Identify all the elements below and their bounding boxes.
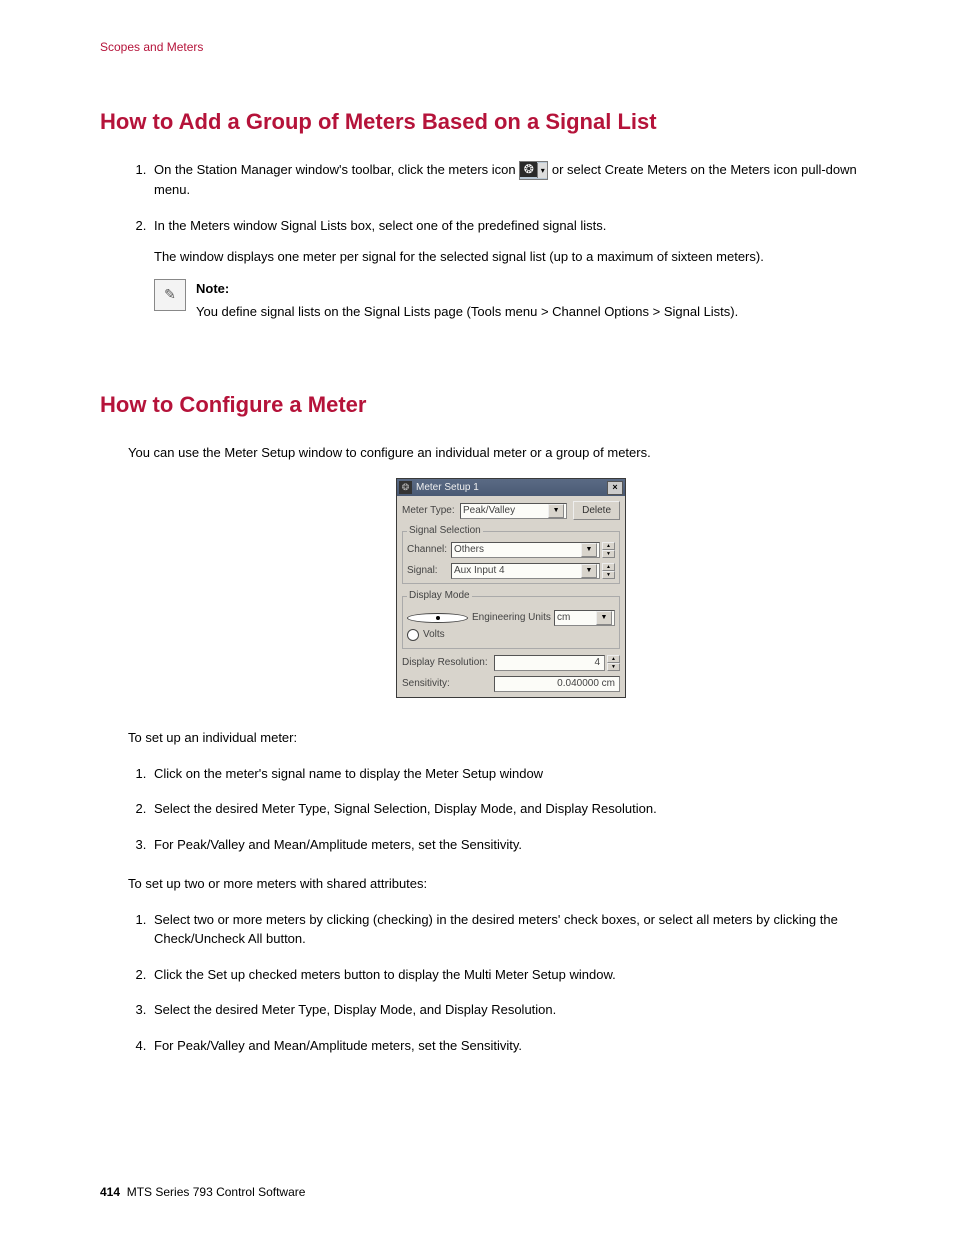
meter-setup-window: ❂ Meter Setup 1 × Meter Type: Peak/Valle… — [396, 478, 626, 698]
volts-label: Volts — [423, 629, 445, 641]
meter-type-label: Meter Type: — [402, 505, 460, 517]
chevron-down-icon[interactable]: ▼ — [581, 564, 597, 578]
signal-selection-legend: Signal Selection — [407, 525, 483, 537]
signal-value: Aux Input 4 — [454, 565, 505, 577]
close-icon[interactable]: × — [607, 481, 623, 495]
step-2-sub: The window displays one meter per signal… — [154, 247, 894, 267]
engineering-units-label: Engineering Units — [472, 612, 554, 624]
volts-radio[interactable] — [407, 629, 419, 641]
step-2: In the Meters window Signal Lists box, s… — [150, 216, 894, 322]
page-number: 414 — [100, 1185, 120, 1199]
display-resolution-spin[interactable]: ▲▼ — [607, 655, 620, 671]
channel-select[interactable]: Others ▼ — [451, 542, 600, 558]
multi-step-3: Select the desired Meter Type, Display M… — [150, 1000, 894, 1020]
display-resolution-label: Display Resolution: — [402, 657, 494, 669]
channel-spin[interactable]: ▲▼ — [602, 542, 615, 558]
note-block: ✎ Note: You define signal lists on the S… — [154, 279, 894, 322]
procedure-list-multi: Select two or more meters by clicking (c… — [128, 910, 894, 1056]
configure-intro: You can use the Meter Setup window to co… — [128, 443, 894, 463]
channel-value: Others — [454, 544, 484, 556]
meters-toolbar-icon: ❂▾ — [519, 161, 548, 180]
units-value: cm — [557, 612, 570, 624]
channel-label: Channel: — [407, 544, 451, 556]
chevron-down-icon[interactable]: ▼ — [596, 611, 612, 625]
step-1: On the Station Manager window's toolbar,… — [150, 160, 894, 200]
procedure-list-individual: Click on the meter's signal name to disp… — [128, 764, 894, 855]
dropdown-arrow-icon: ▾ — [537, 163, 547, 178]
note-label: Note: — [196, 279, 738, 299]
note-icon: ✎ — [154, 279, 186, 311]
signal-label: Signal: — [407, 565, 451, 577]
gear-icon: ❂ — [520, 162, 537, 177]
breadcrumb: Scopes and Meters — [100, 40, 894, 54]
units-select[interactable]: cm ▼ — [554, 610, 615, 626]
window-titlebar[interactable]: ❂ Meter Setup 1 × — [397, 479, 625, 496]
meter-type-select[interactable]: Peak/Valley ▼ — [460, 503, 567, 519]
individual-step-1: Click on the meter's signal name to disp… — [150, 764, 894, 784]
section-heading-add-group: How to Add a Group of Meters Based on a … — [100, 109, 894, 135]
display-mode-legend: Display Mode — [407, 590, 472, 602]
gear-icon: ❂ — [399, 481, 412, 494]
page-footer: 414 MTS Series 793 Control Software — [100, 1185, 305, 1199]
delete-button[interactable]: Delete — [573, 501, 620, 520]
multi-step-1: Select two or more meters by clicking (c… — [150, 910, 894, 949]
chevron-down-icon[interactable]: ▼ — [548, 504, 564, 518]
step-2-main: In the Meters window Signal Lists box, s… — [154, 216, 894, 236]
individual-intro: To set up an individual meter: — [128, 728, 894, 748]
display-mode-group: Display Mode Engineering Units cm ▼ Volt… — [402, 590, 620, 649]
individual-step-2: Select the desired Meter Type, Signal Se… — [150, 799, 894, 819]
signal-spin[interactable]: ▲▼ — [602, 563, 615, 579]
meter-type-value: Peak/Valley — [463, 505, 515, 517]
sensitivity-label: Sensitivity: — [402, 678, 494, 690]
individual-step-3: For Peak/Valley and Mean/Amplitude meter… — [150, 835, 894, 855]
signal-select[interactable]: Aux Input 4 ▼ — [451, 563, 600, 579]
display-resolution-input[interactable]: 4 — [494, 655, 605, 671]
multi-step-4: For Peak/Valley and Mean/Amplitude meter… — [150, 1036, 894, 1056]
procedure-list-add-group: On the Station Manager window's toolbar,… — [128, 160, 894, 322]
sensitivity-input[interactable]: 0.040000 cm — [494, 676, 620, 692]
window-title: Meter Setup 1 — [416, 482, 607, 494]
multi-intro: To set up two or more meters with shared… — [128, 874, 894, 894]
multi-step-2: Click the Set up checked meters button t… — [150, 965, 894, 985]
engineering-units-radio[interactable] — [407, 613, 468, 623]
step-1-pre: On the Station Manager window's toolbar,… — [154, 162, 519, 177]
chevron-down-icon[interactable]: ▼ — [581, 543, 597, 557]
doc-title: MTS Series 793 Control Software — [127, 1185, 306, 1199]
section-heading-configure: How to Configure a Meter — [100, 392, 894, 418]
signal-selection-group: Signal Selection Channel: Others ▼ ▲▼ Si… — [402, 525, 620, 584]
note-text: You define signal lists on the Signal Li… — [196, 302, 738, 322]
